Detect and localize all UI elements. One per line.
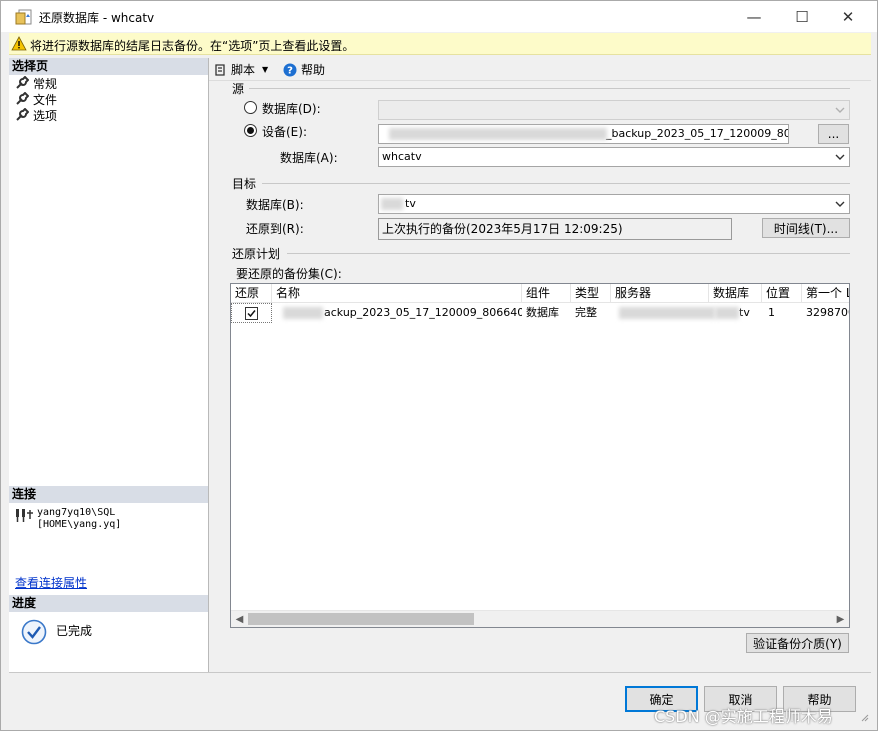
restore-checkbox[interactable] [245,307,258,320]
component-cell: 数据库 [526,306,559,319]
progress-status: 已完成 [21,619,92,645]
resize-grip-icon[interactable] [859,712,869,722]
page-item-options[interactable]: 选项 [15,107,57,123]
checkmark-icon [247,310,256,318]
redacted-server [619,307,715,319]
page-item-label: 文件 [33,92,58,107]
warning-icon [11,36,27,51]
wrench-icon [16,92,29,105]
target-group-label: 目标 [232,177,257,191]
column-header-type[interactable]: 类型 [571,284,611,303]
connection-text: yang7yq10\SQL [HOME\yang.yq] [37,507,121,531]
column-header-database[interactable]: 数据库 [709,284,762,303]
source-database-select[interactable] [378,100,850,120]
scroll-right-icon[interactable]: ▶ [832,611,849,627]
help-label: 帮助 [301,63,326,77]
column-header-first-lsn[interactable]: 第一个 L [802,284,849,303]
script-button[interactable]: 脚本 ▼ [213,61,268,78]
view-connection-properties-link[interactable]: 查看连接属性 [15,574,87,591]
wrench-icon [16,108,29,121]
target-db-value: tv [405,197,416,210]
backup-sets-grid: 还原 名称 组件 类型 服务器 数据库 位置 第一个 L ackup_2023_… [230,283,850,628]
server-connection-icon [16,509,33,522]
window-title: 还原数据库 - whcatv [39,11,155,25]
script-label: 脚本 [231,63,256,77]
browse-device-button[interactable]: ... [818,124,849,144]
chevron-down-icon: ▼ [262,65,269,74]
warning-banner: 将进行源数据库的结尾日志备份。在“选项”页上查看此设置。 [9,33,871,55]
page-item-label: 常规 [33,74,58,92]
column-header-server[interactable]: 服务器 [611,284,709,303]
connection-server: yang7yq10\SQL [37,507,116,518]
title-bar: 还原数据库 - whcatv — ☐ ✕ [1,1,877,32]
source-group-label: 源 [232,82,245,96]
select-page-header: 选择页 [9,58,208,75]
device-radio[interactable] [244,124,257,137]
restore-cell[interactable] [231,303,272,323]
right-pane: 脚本 ▼ ? 帮助 源 数据库(D): 设备(E): _backup_2023_… [209,58,871,672]
scrollbar-thumb[interactable] [248,613,474,625]
progress-status-label: 已完成 [56,624,93,638]
chevron-down-icon [835,154,845,160]
verify-backup-media-button[interactable]: 验证备份介质(Y) [746,633,849,653]
plan-group-divider [287,253,850,254]
page-item-general[interactable]: 常规 [15,74,58,92]
scroll-left-icon[interactable]: ◀ [231,611,248,627]
left-pane: 选择页 常规 文件 选项 连接 yang7yq10\SQL [HOME\yang… [9,58,209,672]
database-radio-label: 数据库(D): [262,102,321,116]
connection-info: yang7yq10\SQL [HOME\yang.yq] [15,507,121,531]
script-icon [215,63,225,76]
source-group-divider [249,88,850,89]
connection-header: 连接 [9,486,208,503]
redacted-database [715,307,739,319]
maximize-button[interactable]: ☐ [779,1,825,32]
check-circle-icon [21,619,47,645]
target-db-label: 数据库(B): [246,198,304,212]
connection-user: [HOME\yang.yq] [37,519,122,530]
toolbar-divider [209,80,871,81]
column-header-restore[interactable]: 还原 [231,284,272,303]
plan-group-label: 还原计划 [232,247,281,261]
chevron-down-icon [835,107,845,113]
backup-sets-label: 要还原的备份集(C): [236,267,342,281]
restore-database-app-icon [15,9,32,25]
minimize-button[interactable]: — [731,1,777,32]
toolbar: 脚本 ▼ ? 帮助 [209,58,871,80]
restore-database-window: 还原数据库 - whcatv — ☐ ✕ 将进行源数据库的结尾日志备份。在“选项… [0,0,878,731]
source-db-value: whcatv [382,150,422,163]
timeline-button[interactable]: 时间线(T)... [762,218,850,238]
help-toolbar-button[interactable]: ? 帮助 [283,61,325,78]
redacted-path [389,128,607,140]
source-db-label: 数据库(A): [280,151,338,165]
column-header-name[interactable]: 名称 [272,284,522,303]
svg-text:?: ? [287,65,293,76]
restore-to-field: 上次执行的备份(2023年5月17日 12:09:25) [378,218,732,240]
target-db-select[interactable]: tv [378,194,850,214]
restore-to-label: 还原到(R): [246,222,304,236]
watermark: CSDN @实施工程师木易 [654,707,833,726]
first-lsn-cell: 3298700 [806,306,849,319]
chevron-down-icon [835,201,845,207]
device-radio-label: 设备(E): [262,125,307,139]
close-button[interactable]: ✕ [825,1,871,32]
column-header-component[interactable]: 组件 [522,284,571,303]
source-db-select[interactable]: whcatv [378,147,850,167]
horizontal-scrollbar[interactable]: ◀ ▶ [231,610,849,627]
page-item-label: 选项 [33,108,58,123]
restore-to-value: 上次执行的备份(2023年5月17日 12:09:25) [382,222,623,236]
database-radio[interactable] [244,101,257,114]
target-group-divider [262,183,850,184]
redacted-db-name [381,198,403,210]
position-cell: 1 [768,306,775,319]
progress-header: 进度 [9,595,208,612]
page-item-files[interactable]: 文件 [15,91,57,107]
type-cell: 完整 [575,306,597,319]
help-icon: ? [283,63,297,76]
warning-text: 将进行源数据库的结尾日志备份。在“选项”页上查看此设置。 [30,39,355,53]
wrench-icon [16,76,29,89]
redacted-name [283,307,323,319]
device-path-value: _backup_2023_05_17_120009_8066 [606,127,789,140]
column-header-position[interactable]: 位置 [762,284,802,303]
